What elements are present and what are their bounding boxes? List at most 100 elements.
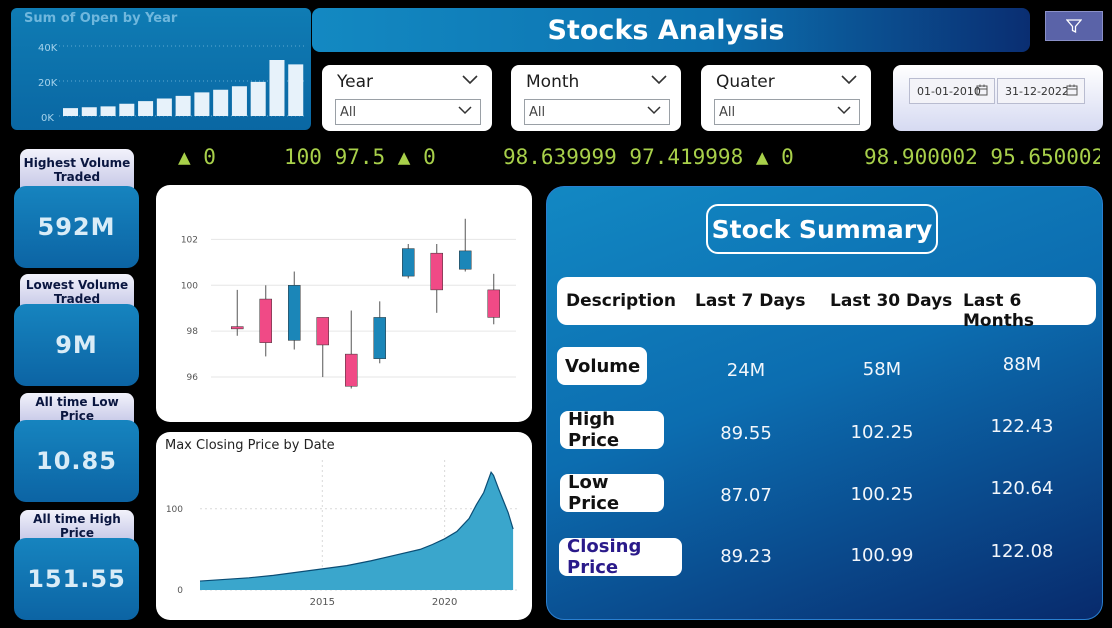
row-value: 88M bbox=[1002, 354, 1042, 375]
column-header: Last 7 Days bbox=[695, 291, 806, 311]
y-tick-label: 98 bbox=[187, 327, 199, 337]
chevron-down-icon[interactable] bbox=[651, 75, 667, 85]
quarter-slicer[interactable]: Quater All bbox=[701, 65, 871, 131]
kpi-value: 592M bbox=[37, 213, 116, 241]
row-value: 89.55 bbox=[720, 423, 772, 444]
candlestick-chart: 96 98 100 102 bbox=[181, 218, 516, 389]
kpi-value: 9M bbox=[55, 331, 98, 359]
end-date-field[interactable]: 31-12-2022 bbox=[997, 78, 1085, 104]
closing-price-chart-panel: Max Closing Price by Date 0 100 2015 2020 bbox=[156, 432, 532, 620]
row-value: 122.43 bbox=[990, 416, 1054, 437]
year-dropdown[interactable]: All bbox=[335, 99, 481, 125]
month-slicer[interactable]: Month All bbox=[511, 65, 681, 131]
closing-price-area-chart: 0 100 2015 2020 bbox=[166, 460, 518, 608]
column-header: Last 30 Days bbox=[830, 291, 953, 311]
kpi-label: Highest Volume Traded bbox=[20, 149, 134, 191]
bar bbox=[231, 86, 247, 116]
bar bbox=[81, 107, 97, 116]
start-date-field[interactable]: 01-01-2010 bbox=[909, 78, 995, 104]
kpi-card-lowest-volume: 9M bbox=[14, 304, 139, 386]
candle-body bbox=[373, 317, 386, 359]
filter-button[interactable] bbox=[1045, 11, 1103, 41]
row-value: 89.23 bbox=[720, 546, 772, 567]
candle-body bbox=[259, 298, 272, 343]
candle-body bbox=[316, 317, 329, 346]
y-tick-label: 0K bbox=[41, 113, 54, 124]
chevron-down-icon[interactable] bbox=[841, 75, 857, 85]
bar bbox=[100, 106, 116, 116]
x-tick-label: 2015 bbox=[310, 597, 335, 608]
kpi-value: 10.85 bbox=[36, 447, 117, 475]
bar bbox=[63, 108, 79, 116]
quarter-dropdown[interactable]: All bbox=[714, 99, 860, 125]
dropdown-value: All bbox=[529, 105, 546, 120]
candle-body bbox=[487, 289, 500, 318]
row-label: Volume bbox=[557, 347, 647, 385]
x-tick-label: 2020 bbox=[432, 597, 457, 608]
open-by-year-chart: Sum of Open by Year 40K 20K 0K bbox=[11, 8, 311, 130]
funnel-icon bbox=[1066, 19, 1082, 34]
y-tick-label: 96 bbox=[187, 373, 199, 383]
dropdown-value: All bbox=[340, 105, 357, 120]
ticker-item: 100 97.5 ▲ 0 bbox=[284, 145, 436, 169]
chevron-down-icon bbox=[647, 106, 661, 115]
month-dropdown[interactable]: All bbox=[524, 99, 670, 125]
page-title: Stocks Analysis bbox=[547, 14, 785, 46]
kpi-card-all-time-high: 151.55 bbox=[14, 538, 139, 620]
y-tick-label: 20K bbox=[38, 78, 58, 89]
row-value: 100.25 bbox=[850, 484, 914, 505]
row-value: 87.07 bbox=[720, 485, 772, 506]
price-ticker: ▲ 0 100 97.5 ▲ 0 98.639999 97.419998 ▲ 0… bbox=[178, 145, 1100, 171]
y-tick-label: 100 bbox=[166, 505, 183, 515]
candlestick-chart-panel: 96 98 100 102 bbox=[156, 185, 532, 422]
kpi-card-all-time-low: 10.85 bbox=[14, 420, 139, 502]
candle-body bbox=[345, 353, 358, 387]
stock-summary-panel: Stock Summary Description Last 7 Days La… bbox=[546, 186, 1103, 620]
row-value: 58M bbox=[862, 359, 902, 380]
row-label: Closing Price bbox=[559, 536, 682, 578]
chevron-down-icon bbox=[837, 106, 851, 115]
year-slicer[interactable]: Year All bbox=[322, 65, 492, 131]
ticker-item: 98.639999 97.419998 ▲ 0 bbox=[503, 145, 794, 169]
slicer-label: Year bbox=[337, 72, 373, 92]
bar bbox=[269, 60, 285, 116]
dashboard-title-bar: Stocks Analysis bbox=[312, 8, 1030, 52]
y-tick-label: 102 bbox=[181, 235, 198, 245]
row-value: 120.64 bbox=[990, 478, 1054, 499]
calendar-icon[interactable] bbox=[976, 84, 988, 96]
bar bbox=[250, 81, 266, 116]
bar bbox=[175, 95, 191, 116]
row-label: Low Price bbox=[560, 472, 664, 514]
bar bbox=[288, 64, 304, 116]
candle-body bbox=[231, 326, 244, 330]
bar bbox=[213, 89, 229, 116]
row-value: 100.99 bbox=[850, 545, 914, 566]
end-date: 31-12-2022 bbox=[1005, 85, 1069, 98]
calendar-icon[interactable] bbox=[1066, 84, 1078, 96]
y-tick-label: 40K bbox=[38, 43, 58, 54]
bar bbox=[119, 103, 135, 116]
row-value: 102.25 bbox=[850, 422, 914, 443]
row-value: 24M bbox=[726, 360, 766, 381]
start-date: 01-01-2010 bbox=[917, 85, 981, 98]
y-tick-label: 0 bbox=[177, 586, 183, 596]
column-header: Last 6 Months bbox=[963, 291, 1035, 331]
bar bbox=[194, 92, 210, 116]
dropdown-value: All bbox=[719, 105, 736, 120]
column-header: Description bbox=[566, 291, 676, 311]
mini-chart-svg: 40K 20K 0K bbox=[38, 43, 307, 124]
chevron-down-icon[interactable] bbox=[462, 75, 478, 85]
ticker-item: ▲ 0 bbox=[178, 145, 216, 169]
candle-body bbox=[288, 285, 301, 341]
summary-header-row: Description Last 7 Days Last 30 Days Las… bbox=[557, 277, 1096, 331]
chevron-down-icon bbox=[458, 106, 472, 115]
slicer-label: Month bbox=[526, 72, 580, 92]
summary-title: Stock Summary bbox=[706, 204, 938, 254]
candle-body bbox=[402, 248, 415, 277]
y-tick-label: 100 bbox=[181, 281, 198, 291]
kpi-card-highest-volume: 592M bbox=[14, 186, 139, 268]
candle-body bbox=[459, 250, 472, 270]
row-value: 122.08 bbox=[990, 541, 1054, 562]
ticker-item: 98.900002 95.650002 bbox=[864, 145, 1100, 169]
date-range-slicer: 01-01-2010 31-12-2022 bbox=[893, 65, 1103, 131]
